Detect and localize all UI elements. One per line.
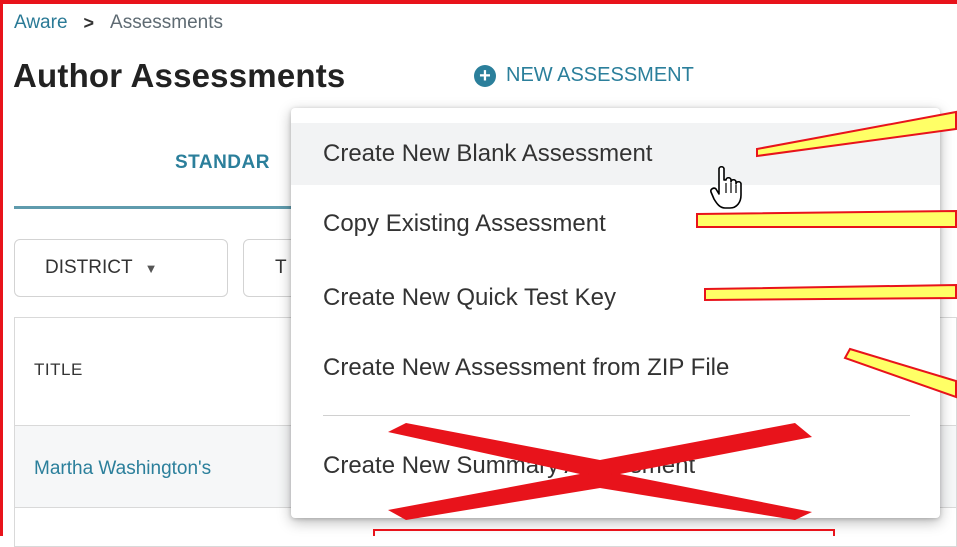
district-filter-label: DISTRICT bbox=[45, 257, 133, 278]
annotation-frame-top bbox=[0, 0, 957, 4]
new-assessment-button[interactable]: + NEW ASSESSMENT bbox=[474, 64, 694, 87]
plus-circle-icon: + bbox=[474, 64, 496, 87]
menu-item-from-zip[interactable]: Create New Assessment from ZIP File bbox=[291, 337, 940, 399]
tab-active-indicator bbox=[14, 206, 304, 209]
menu-item-label: Copy Existing Assessment bbox=[323, 210, 606, 237]
menu-item-label: Create New Blank Assessment bbox=[323, 140, 653, 167]
annotation-frame-left bbox=[0, 0, 3, 536]
menu-item-label: Create New Quick Test Key bbox=[323, 284, 617, 311]
assessment-title-link[interactable]: Martha Washington's bbox=[34, 458, 211, 480]
new-assessment-label: NEW ASSESSMENT bbox=[506, 64, 694, 86]
menu-item-create-blank[interactable]: Create New Blank Assessment bbox=[291, 123, 940, 185]
caret-down-icon: ▼ bbox=[144, 260, 158, 276]
breadcrumb-assessments: Assessments bbox=[110, 12, 224, 33]
new-assessment-menu: Create New Blank Assessment Copy Existin… bbox=[291, 108, 940, 518]
breadcrumb: Aware > Assessments bbox=[14, 12, 223, 34]
menu-item-copy-existing[interactable]: Copy Existing Assessment bbox=[291, 193, 940, 255]
district-filter-button[interactable]: DISTRICT ▼ bbox=[14, 239, 228, 297]
second-filter-label: T bbox=[275, 257, 287, 278]
menu-item-label: Create New Summary Assessment bbox=[323, 452, 696, 479]
menu-item-label: Create New Assessment from ZIP File bbox=[323, 354, 730, 381]
menu-item-quick-test-key[interactable]: Create New Quick Test Key bbox=[291, 267, 940, 329]
breadcrumb-separator: > bbox=[83, 12, 95, 33]
page-title: Author Assessments bbox=[13, 57, 346, 94]
menu-divider bbox=[323, 415, 910, 416]
menu-item-summary[interactable]: Create New Summary Assessment bbox=[291, 435, 940, 497]
column-header-title[interactable]: TITLE bbox=[34, 360, 83, 380]
tab-standard[interactable]: STANDAR bbox=[175, 152, 270, 174]
breadcrumb-aware[interactable]: Aware bbox=[14, 12, 68, 34]
